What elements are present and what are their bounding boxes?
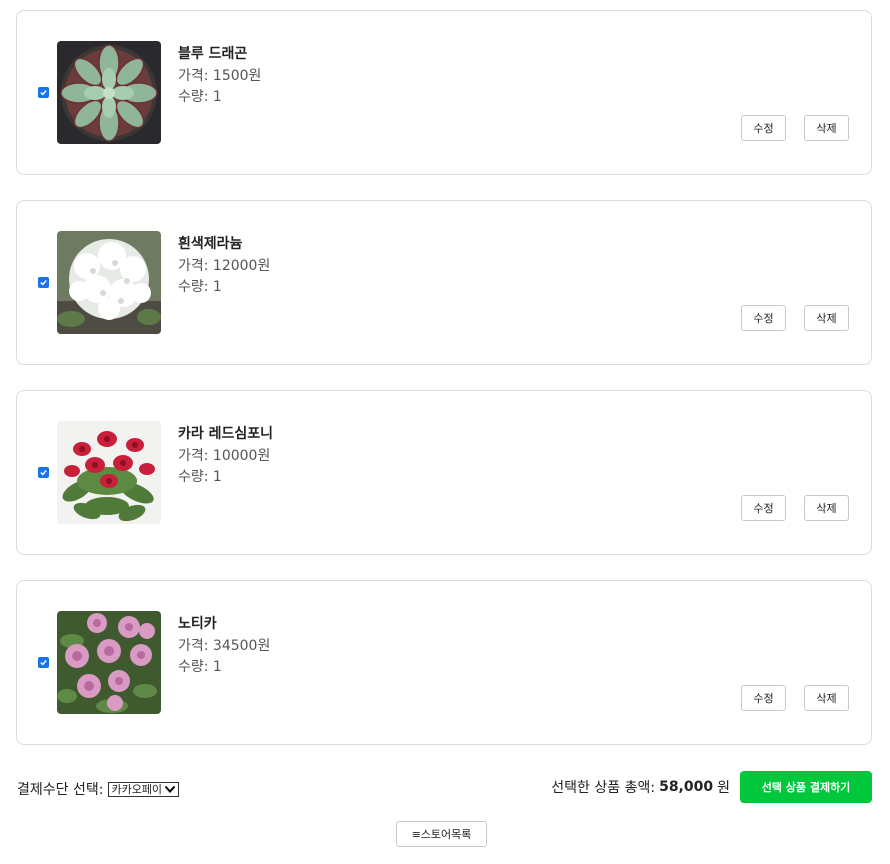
checkmark-icon: [40, 660, 47, 666]
item-price: 가격: 34500원: [178, 638, 271, 654]
total-label: 선택한 상품 총액:: [551, 780, 656, 796]
item-checkbox[interactable]: [38, 467, 49, 478]
checkout-button[interactable]: 선택 상품 결제하기: [740, 771, 872, 803]
checkmark-icon: [40, 90, 47, 96]
cart-item: 카라 레드심포니 가격: 10000원 수량: 1 수정 삭제: [16, 390, 872, 555]
cart-item: 블루 드래곤 가격: 1500원 수량: 1 수정 삭제: [16, 10, 872, 175]
checkmark-icon: [40, 470, 47, 476]
delete-button[interactable]: 삭제: [804, 115, 849, 141]
cart-item: 노티카 가격: 34500원 수량: 1 수정 삭제: [16, 580, 872, 745]
item-price: 가격: 10000원: [178, 448, 271, 464]
chevron-down-icon: [164, 785, 176, 793]
item-name: 카라 레드심포니: [178, 426, 274, 442]
payment-summary: 선택한 상품 총액: 58,000 원 선택 상품 결제하기: [551, 771, 872, 803]
item-quantity: 수량: 1: [178, 279, 222, 295]
payment-method-select[interactable]: 카카오페이: [108, 781, 180, 797]
succulent-photo: [57, 41, 161, 144]
item-price: 가격: 1500원: [178, 68, 262, 84]
item-checkbox[interactable]: [38, 87, 49, 98]
item-quantity: 수량: 1: [178, 659, 222, 675]
item-quantity: 수량: 1: [178, 89, 222, 105]
delete-button[interactable]: 삭제: [804, 305, 849, 331]
delete-button[interactable]: 삭제: [804, 495, 849, 521]
total-amount: 58,000: [659, 779, 714, 795]
payment-method-value: 카카오페이: [111, 783, 163, 796]
edit-button[interactable]: 수정: [741, 685, 786, 711]
payment-method: 결제수단 선택: 카카오페이: [17, 779, 180, 799]
white-geranium-photo: [57, 231, 161, 334]
payment-method-label: 결제수단 선택:: [17, 782, 104, 798]
delete-button[interactable]: 삭제: [804, 685, 849, 711]
checkmark-icon: [40, 280, 47, 286]
edit-button[interactable]: 수정: [741, 495, 786, 521]
store-list-button[interactable]: ≡스토어목록: [396, 821, 487, 847]
item-checkbox[interactable]: [38, 277, 49, 288]
cart-list: 블루 드래곤 가격: 1500원 수량: 1 수정 삭제 흰색제라늄 가격: 1…: [16, 10, 872, 745]
item-name: 노티카: [178, 616, 217, 632]
item-name: 흰색제라늄: [178, 236, 243, 252]
item-checkbox[interactable]: [38, 657, 49, 668]
pink-rose-photo: [57, 611, 161, 714]
total-unit: 원: [717, 780, 730, 796]
item-quantity: 수량: 1: [178, 469, 222, 485]
item-name: 블루 드래곤: [178, 46, 248, 62]
item-price: 가격: 12000원: [178, 258, 271, 274]
edit-button[interactable]: 수정: [741, 115, 786, 141]
red-calla-photo: [57, 421, 161, 524]
edit-button[interactable]: 수정: [741, 305, 786, 331]
cart-item: 흰색제라늄 가격: 12000원 수량: 1 수정 삭제: [16, 200, 872, 365]
